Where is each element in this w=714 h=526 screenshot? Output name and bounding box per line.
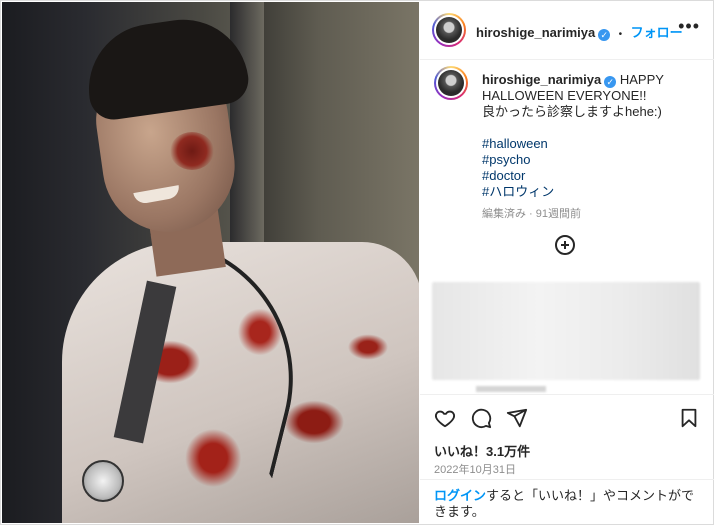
login-prompt: ログインすると「いいね！」やコメントができます。 [420,479,714,526]
header-separator: • [618,29,623,40]
caption-avatar[interactable] [434,66,468,100]
post-photo[interactable] [2,2,419,523]
post-header: hiroshige_narimiya ✓ • フォロー ••• [420,2,714,60]
caption-text: hiroshige_narimiya ✓ HAPPY HALLOWEEN EVER… [482,72,702,222]
hashtag-link[interactable]: #halloween [482,136,702,152]
post-date: 2022年10月31日 [434,464,516,476]
post-sidebar: hiroshige_narimiya ✓ • フォロー ••• hiroshige… [420,2,714,524]
hashtag-link[interactable]: #doctor [482,168,702,184]
heart-icon[interactable] [434,407,456,429]
login-text: ログインすると「いいね！」やコメントができます。 [434,488,704,520]
login-link[interactable]: ログイン [434,488,486,503]
hashtag-list: #halloween #psycho #doctor #ハロウィン [482,136,702,200]
caption-verified-badge-icon: ✓ [604,76,617,88]
header-username[interactable]: hiroshige_narimiya [476,25,595,40]
follow-button[interactable]: フォロー [631,25,683,40]
hashtag-link[interactable]: #ハロウィン [482,184,702,200]
edited-meta: 編集済み · 91週間前 [482,208,582,220]
likes-count[interactable]: いいね！3.1万件 [434,441,530,460]
photo-makeup-wound [170,132,214,170]
hashtag-link[interactable]: #psycho [482,152,702,168]
avatar-image [436,17,462,43]
share-icon[interactable] [506,407,528,429]
more-dots-icon[interactable]: ••• [678,16,700,37]
blurred-comment-line [476,386,546,392]
blurred-comments [432,282,700,380]
caption-avatar-image [438,70,464,96]
photo-stethoscope-head [82,460,124,502]
header-user-row: hiroshige_narimiya ✓ • フォロー [476,22,683,42]
caption-line-2: 良かったら診察しますよhehe:) [482,104,662,119]
avatar[interactable] [432,13,466,47]
comment-icon[interactable] [470,407,492,429]
instagram-embed: hiroshige_narimiya ✓ • フォロー ••• hiroshige… [0,0,714,525]
plus-circle-icon[interactable] [555,235,575,255]
bookmark-icon[interactable] [678,407,700,429]
action-bar: いいね！3.1万件 2022年10月31日 ログインすると「いいね！」やコメント… [420,394,714,525]
caption-username[interactable]: hiroshige_narimiya [482,72,601,87]
verified-badge-icon: ✓ [598,29,611,41]
